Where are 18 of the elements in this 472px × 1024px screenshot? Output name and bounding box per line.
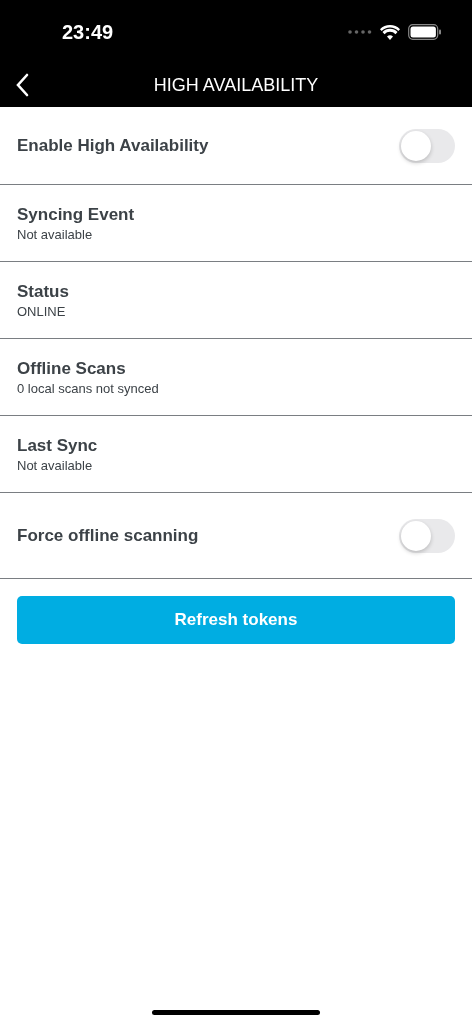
info-value: 0 local scans not synced <box>17 380 159 396</box>
refresh-button[interactable]: Refresh tokens <box>17 596 455 644</box>
toggle-switch[interactable] <box>399 518 455 553</box>
info-value: Not available <box>17 457 94 473</box>
info-label: Offline Scans <box>17 358 127 379</box>
status-time: 23:49 <box>62 20 114 44</box>
battery-icon <box>408 24 442 40</box>
setting-label: Enable High Availability <box>17 135 209 156</box>
setting-label: Force offline scanning <box>17 525 199 546</box>
info-label: Last Sync <box>17 435 98 456</box>
screen-title: HIGH AVAILABILITY <box>153 75 319 96</box>
info-label: Status <box>17 281 69 302</box>
info-label: Syncing Event <box>17 204 135 225</box>
wifi-icon <box>380 24 400 40</box>
toggle-switch[interactable] <box>399 128 455 163</box>
info-value: Not available <box>17 226 94 242</box>
info-value: ONLINE <box>17 303 67 319</box>
signal-icon <box>348 30 372 34</box>
